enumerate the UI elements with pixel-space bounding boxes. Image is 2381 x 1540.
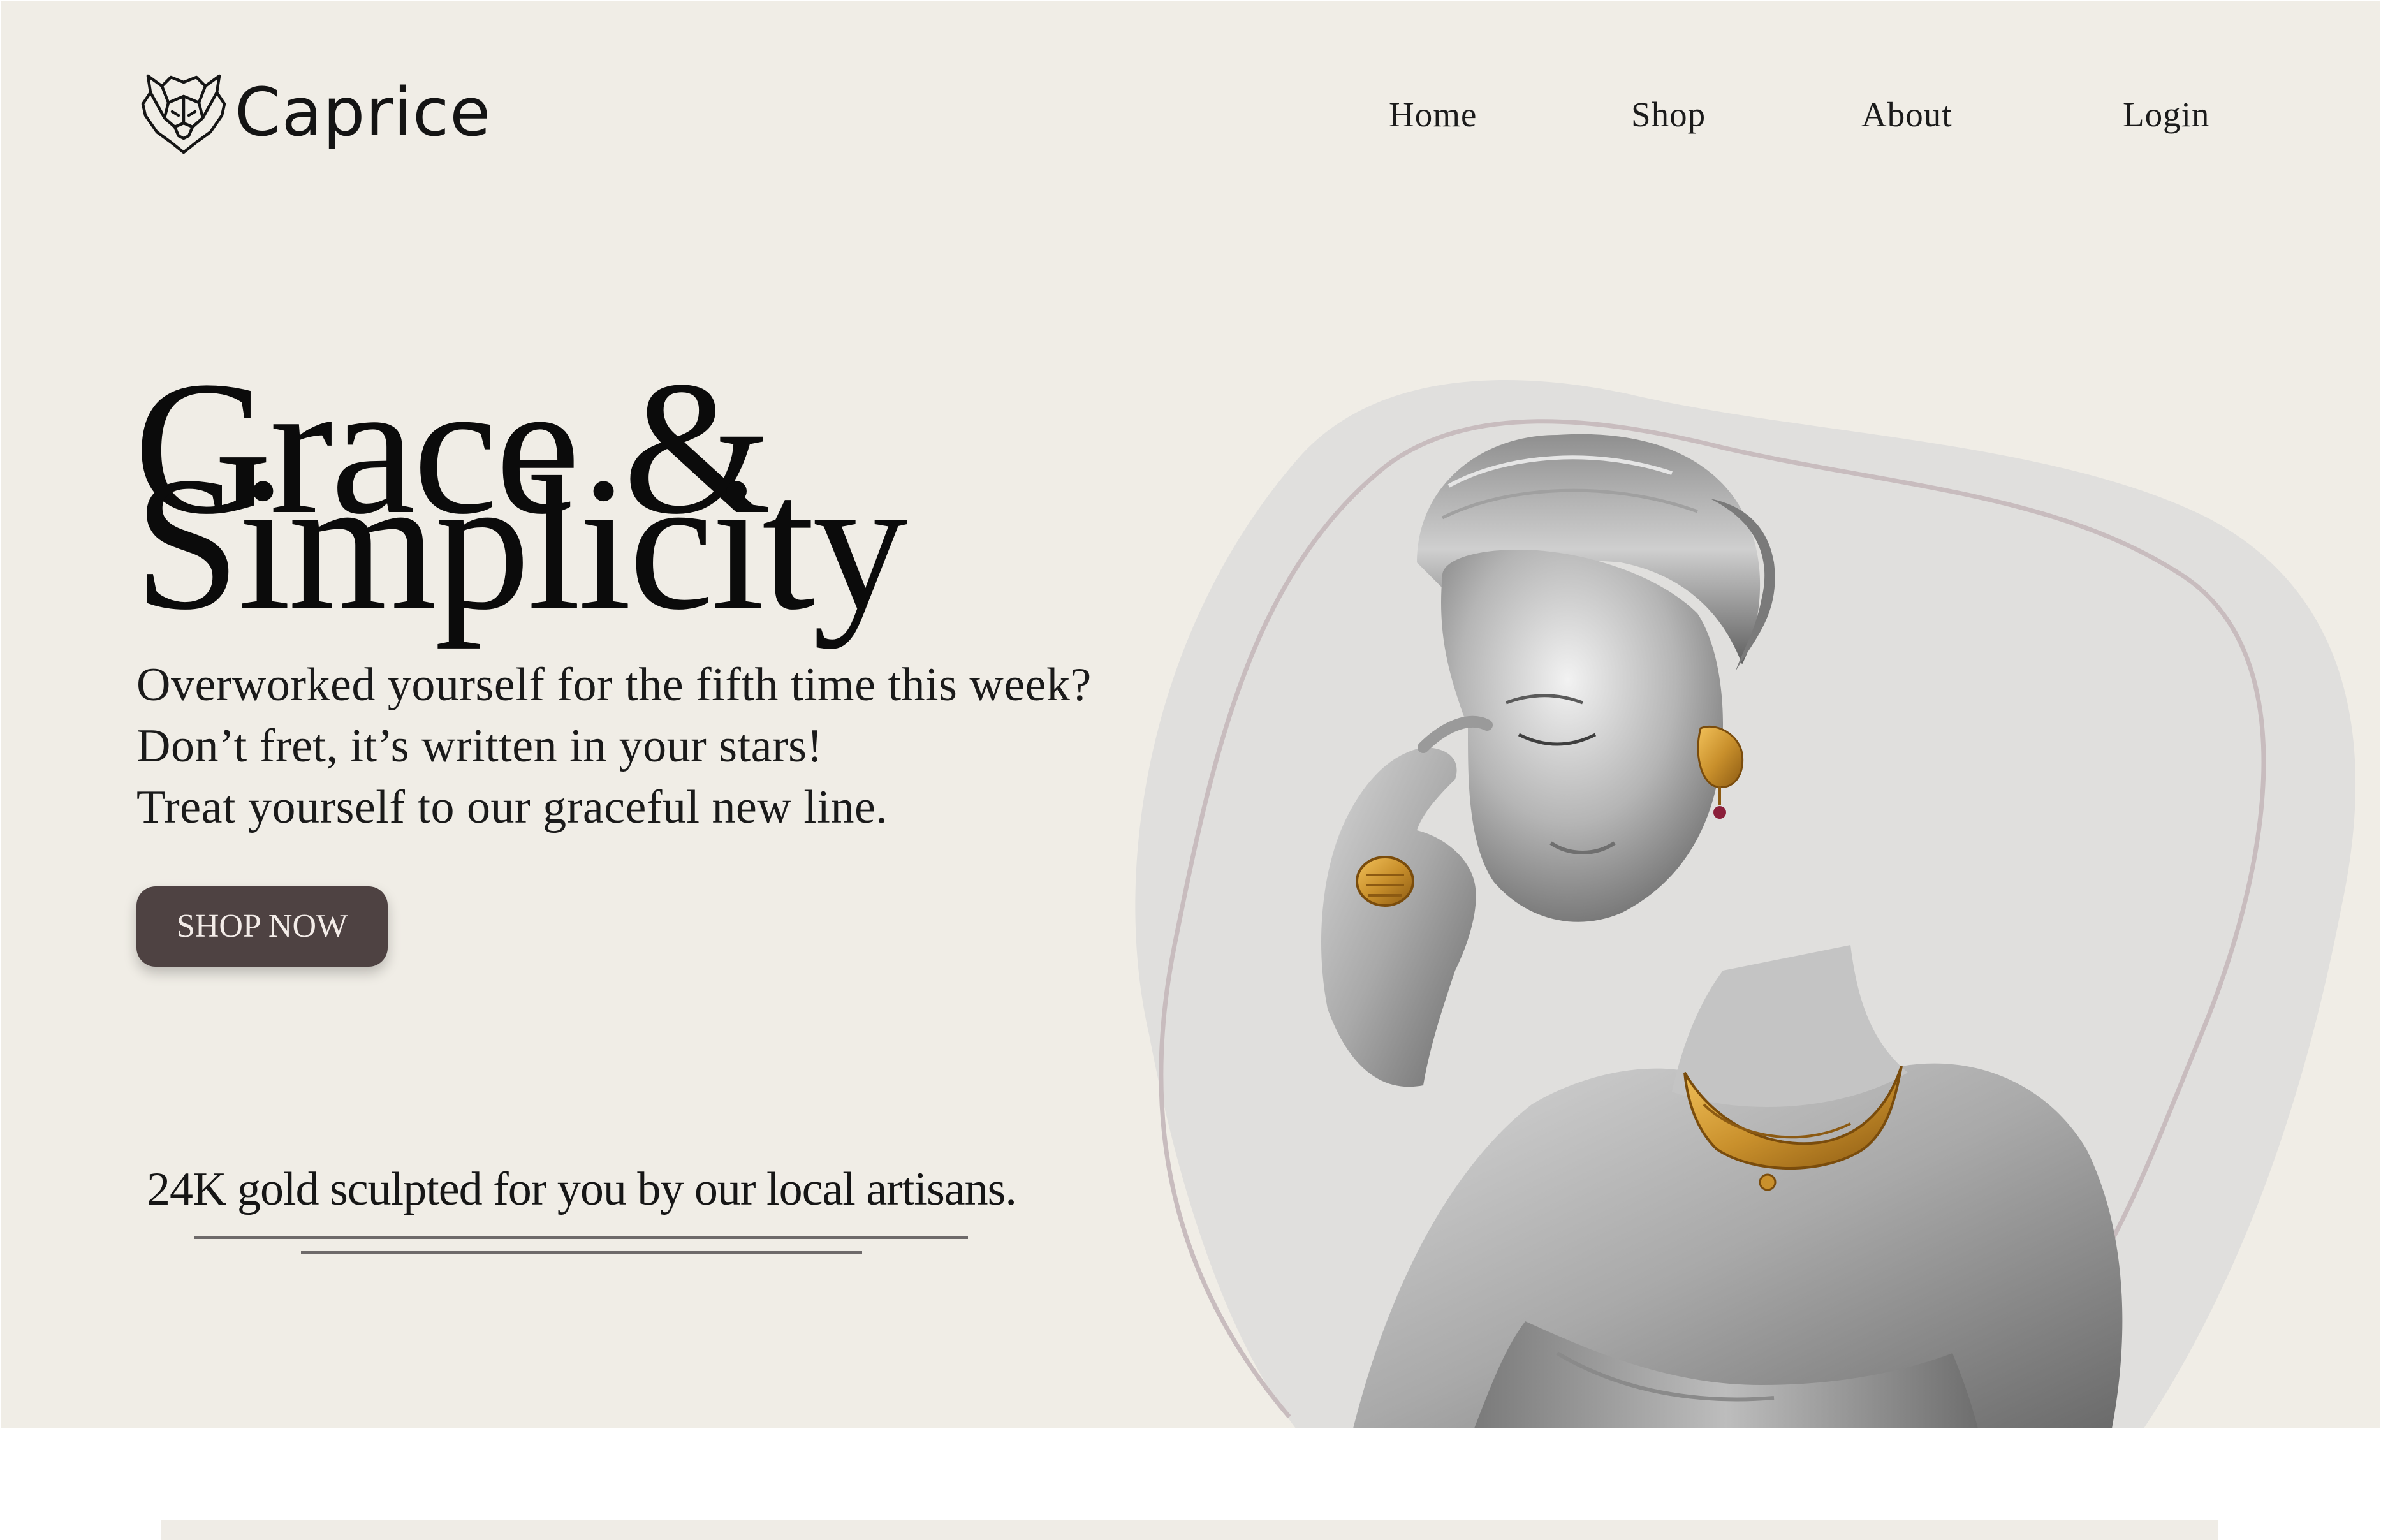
gold-ring (1356, 856, 1414, 907)
next-section-preview (161, 1520, 2218, 1540)
hero-section: Caprice Home Shop About Login Grace & Si… (1, 1, 2380, 1428)
artisans-text: 24K gold sculpted for you by our local a… (147, 1163, 1017, 1215)
headline-line-2: Simplicity (134, 437, 908, 649)
tagline-line-3: Treat yourself to our graceful new line. (136, 781, 888, 833)
nav-login-link[interactable]: Login (2123, 97, 2209, 132)
main-nav: Home Shop About Login (1, 97, 2380, 135)
tagline-line-1: Overworked yourself for the fifth time t… (136, 659, 1092, 711)
hero-tagline: Overworked yourself for the fifth time t… (136, 654, 1220, 838)
woman-wearing-gold-jewelry-image (1135, 379, 2356, 1428)
tagline-line-2: Don’t fret, it’s written in your stars! (136, 720, 823, 772)
page: Caprice Home Shop About Login Grace & Si… (0, 0, 2381, 1540)
nav-home-link[interactable]: Home (1389, 97, 1477, 132)
hero-headline: Grace & Simplicity (134, 352, 1090, 645)
nav-shop-link[interactable]: Shop (1631, 97, 1706, 132)
nav-about-link[interactable]: About (1861, 97, 1952, 132)
shop-now-button[interactable]: SHOP NOW (136, 886, 388, 967)
decorative-underline (194, 1236, 968, 1239)
shop-now-label: SHOP NOW (176, 908, 348, 944)
decorative-underline (301, 1251, 862, 1254)
